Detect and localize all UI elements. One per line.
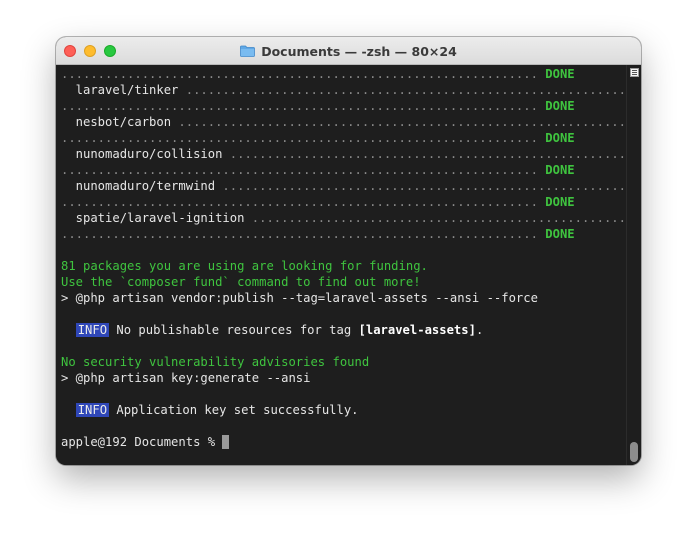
info-tag: [laravel-assets] <box>358 323 476 337</box>
terminal-line: ........................................… <box>61 66 575 82</box>
command-line: > @php artisan key:generate --ansi <box>61 371 311 385</box>
info-badge: INFO <box>75 323 110 337</box>
command-line: > @php artisan vendor:publish --tag=lara… <box>61 291 538 305</box>
info-message: 81 packages you are using are looking fo… <box>61 259 428 273</box>
leader-dots: ........................................… <box>61 195 538 209</box>
leader-dots: ........................................… <box>171 115 626 129</box>
leader-dots: ........................................… <box>244 211 626 225</box>
shell-prompt: apple@192 Documents % <box>61 435 223 449</box>
folder-icon <box>240 45 256 57</box>
leader-dots: ........................................… <box>61 163 538 177</box>
window-title-group: Documents — -zsh — 80×24 <box>56 37 641 65</box>
terminal-line: apple@192 Documents % <box>61 434 230 450</box>
terminal-line: laravel/tinker .........................… <box>61 82 626 98</box>
terminal-line: nesbot/carbon ..........................… <box>61 114 626 130</box>
leader-dots: ........................................… <box>61 99 538 113</box>
terminal-line: ........................................… <box>61 194 575 210</box>
title-bar: Documents — -zsh — 80×24 <box>56 37 641 65</box>
window-title: Documents — -zsh — 80×24 <box>261 43 457 59</box>
leader-dots: ........................................… <box>222 147 626 161</box>
info-message: No security vulnerability advisories fou… <box>61 355 370 369</box>
terminal-line: No security vulnerability advisories fou… <box>61 354 369 370</box>
package-name: spatie/laravel-ignition <box>61 211 245 225</box>
terminal-line: ........................................… <box>61 130 575 146</box>
scrollback-menu-icon[interactable] <box>630 68 639 77</box>
terminal-line: INFO Application key set successfully. <box>61 402 359 418</box>
leader-dots: ........................................… <box>61 131 538 145</box>
info-badge: INFO <box>75 403 110 417</box>
leader-dots: ........................................… <box>61 227 538 241</box>
terminal-line: ........................................… <box>61 162 575 178</box>
status-done: DONE <box>545 227 575 241</box>
package-name: nunomaduro/termwind <box>61 179 216 193</box>
terminal-line: > @php artisan vendor:publish --tag=lara… <box>61 290 538 306</box>
leader-dots: ........................................… <box>215 179 626 193</box>
leader-dots: ........................................… <box>178 83 626 97</box>
info-message: Use the `composer fund` command to find … <box>61 275 421 289</box>
scrollbar-thumb[interactable] <box>630 442 638 462</box>
status-done: DONE <box>545 67 575 81</box>
leader-dots: ........................................… <box>61 67 538 81</box>
scrollbar[interactable] <box>626 65 641 465</box>
terminal-line: > @php artisan key:generate --ansi <box>61 370 310 386</box>
terminal-line: spatie/laravel-ignition ................… <box>61 210 626 226</box>
info-text: No publishable resources for tag <box>109 323 359 337</box>
info-text: Application key set successfully. <box>109 403 359 417</box>
terminal-line: INFO No publishable resources for tag [l… <box>61 322 483 338</box>
package-name: laravel/tinker <box>61 83 179 97</box>
terminal-line: nunomaduro/collision ...................… <box>61 146 626 162</box>
status-done: DONE <box>545 131 575 145</box>
status-done: DONE <box>545 163 575 177</box>
package-name: nesbot/carbon <box>61 115 172 129</box>
info-suffix: . <box>475 323 484 337</box>
terminal-line: nunomaduro/termwind ....................… <box>61 178 626 194</box>
status-done: DONE <box>545 195 575 209</box>
terminal-window: Documents — -zsh — 80×24 ...............… <box>56 37 641 465</box>
terminal-output[interactable]: ........................................… <box>56 65 626 465</box>
status-done: DONE <box>545 99 575 113</box>
terminal-line: Use the `composer fund` command to find … <box>61 274 421 290</box>
terminal-line: ........................................… <box>61 226 575 242</box>
package-name: nunomaduro/collision <box>61 147 223 161</box>
text-cursor <box>222 435 230 449</box>
terminal-line: 81 packages you are using are looking fo… <box>61 258 428 274</box>
terminal-line: ........................................… <box>61 98 575 114</box>
